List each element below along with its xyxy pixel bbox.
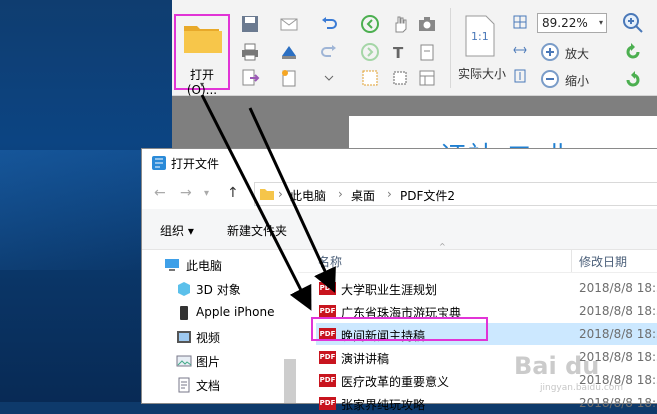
file-name: 张家界纯玩攻略 <box>341 398 426 412</box>
dialog-title: 打开文件 <box>171 157 220 171</box>
column-name-header[interactable]: 名称 <box>318 253 342 275</box>
open-button[interactable]: 打开(O)... ▾ <box>174 14 230 97</box>
watermark-url: jingyan.baidu.com <box>540 383 624 393</box>
svg-text:T: T <box>393 44 404 62</box>
nav-item-label: 视频 <box>196 331 221 345</box>
rotate-left-icon[interactable] <box>623 42 643 62</box>
app-icon <box>152 156 166 170</box>
watermark-logo: Bai du <box>514 352 600 380</box>
zoom-out-label[interactable]: 缩小 <box>565 72 589 89</box>
new-folder-button[interactable]: 新建文件夹 <box>227 222 287 239</box>
file-date: 2018/8/8 18:3 <box>579 396 657 410</box>
back-arrow-icon[interactable] <box>360 14 380 34</box>
file-row[interactable]: PDF 张家界纯玩攻略 2018/8/8 18:3 <box>316 392 657 414</box>
phone-icon <box>180 306 188 320</box>
chevron-down-icon[interactable]: ▾ <box>599 14 603 32</box>
nav-item-label: 图片 <box>196 355 221 369</box>
pdf-file-icon: PDF <box>319 374 336 387</box>
zoom-in-label[interactable]: 放大 <box>565 45 589 62</box>
folder-icon <box>260 189 274 200</box>
zoom-magnifier-icon[interactable] <box>622 12 644 34</box>
email-icon[interactable] <box>279 14 299 34</box>
export-icon[interactable] <box>240 68 260 88</box>
pdf-file-icon: PDF <box>319 397 336 410</box>
forward-arrow-icon[interactable] <box>360 42 380 62</box>
chevron-down-icon[interactable]: ▾ <box>176 80 228 89</box>
pdf-file-icon: PDF <box>319 351 336 364</box>
new-document-icon[interactable] <box>279 68 299 88</box>
pictures-icon <box>176 355 192 367</box>
nav-item-label: 文档 <box>196 379 221 393</box>
breadcrumb-this-pc[interactable]: 此电脑 <box>290 187 326 204</box>
hand-tool-icon[interactable] <box>390 14 410 34</box>
nav-scrollbar[interactable] <box>284 359 296 403</box>
dialog-titlebar: 打开文件 <box>142 149 657 177</box>
breadcrumb-desktop[interactable]: 桌面 <box>351 187 375 204</box>
breadcrumb-separator-icon[interactable]: › <box>278 187 283 201</box>
organize-button[interactable]: 组织 ▾ <box>160 222 194 239</box>
sort-ascending-icon: ^ <box>439 242 446 251</box>
fit-width-icon[interactable] <box>512 42 528 58</box>
forward-icon[interactable]: → <box>180 185 192 201</box>
dropdown-chevron-icon[interactable] <box>319 68 339 88</box>
column-divider[interactable] <box>571 250 572 272</box>
navigation-pane: 此电脑 3D 对象 Apple iPhone 视频 图片 文档 <box>142 250 298 403</box>
file-date: 2018/8/8 18:3 <box>579 281 657 295</box>
snapshot-icon[interactable] <box>360 68 380 88</box>
column-modified-header[interactable]: 修改日期 <box>579 253 627 275</box>
camera-icon[interactable] <box>417 14 437 34</box>
breadcrumb-separator-icon[interactable]: › <box>338 187 343 201</box>
nav-item-label: Apple iPhone <box>196 305 275 319</box>
actual-size-icon[interactable]: 1:1 <box>464 14 496 58</box>
zoom-select[interactable]: 89.22% ▾ <box>537 13 607 33</box>
cloud-upload-icon[interactable] <box>279 42 299 62</box>
pdf-ribbon-toolbar: 打开(O)... ▾ T 1:1 实际大小 89.22% ▾ 放大 缩小 <box>172 0 657 97</box>
up-arrow-icon[interactable]: ↑ <box>227 185 239 201</box>
zoom-in-icon[interactable] <box>540 42 560 62</box>
pdf-file-icon: PDF <box>319 282 336 295</box>
chevron-down-icon[interactable]: ▾ <box>204 188 209 199</box>
rotate-right-icon[interactable] <box>623 70 643 90</box>
address-bar[interactable]: › 此电脑 › 桌面 › PDF文件2 <box>254 182 657 206</box>
breadcrumb-separator-icon[interactable]: › <box>387 187 392 201</box>
redo-icon[interactable] <box>319 42 339 62</box>
documents-icon <box>178 377 190 393</box>
file-row[interactable]: PDF 大学职业生涯规划 2018/8/8 18:3 <box>316 277 657 299</box>
undo-icon[interactable] <box>319 14 339 34</box>
page-layout-icon[interactable] <box>417 68 437 88</box>
crop-icon[interactable] <box>390 68 410 88</box>
annotation-highlight-box <box>311 317 488 341</box>
file-name: 医疗改革的重要意义 <box>341 375 450 389</box>
zoom-out-icon[interactable] <box>540 69 560 89</box>
rotate-page-icon[interactable] <box>417 42 437 62</box>
dialog-navbar: ← → ▾ ↑ › 此电脑 › 桌面 › PDF文件2 <box>142 179 657 209</box>
zoom-value: 89.22% <box>542 16 588 30</box>
3d-objects-icon <box>178 282 190 296</box>
video-icon <box>177 331 191 343</box>
file-name: 大学职业生涯规划 <box>341 283 438 297</box>
computer-icon <box>165 259 179 271</box>
actual-size-label[interactable]: 实际大小 <box>458 65 506 82</box>
nav-item-label: 此电脑 <box>186 259 223 273</box>
nav-item-label: 3D 对象 <box>196 283 241 297</box>
back-icon[interactable]: ← <box>154 185 166 201</box>
save-icon[interactable] <box>240 14 260 34</box>
file-date: 2018/8/8 18:3 <box>579 327 657 341</box>
print-icon[interactable] <box>240 42 260 62</box>
actual-size-badge: 1:1 <box>471 30 489 43</box>
file-row[interactable]: PDF 演讲讲稿 2018/8/8 18:3 <box>316 346 657 368</box>
fit-visible-icon[interactable] <box>512 68 528 84</box>
file-date: 2018/8/8 18:3 <box>579 304 657 318</box>
select-text-icon[interactable]: T <box>390 42 410 62</box>
dialog-toolbar: 组织 ▾ 新建文件夹 <box>142 209 657 250</box>
folder-open-icon <box>184 26 222 53</box>
breadcrumb-pdf-folder[interactable]: PDF文件2 <box>400 187 455 204</box>
file-name: 演讲讲稿 <box>341 352 390 366</box>
fit-page-icon[interactable] <box>512 14 528 30</box>
